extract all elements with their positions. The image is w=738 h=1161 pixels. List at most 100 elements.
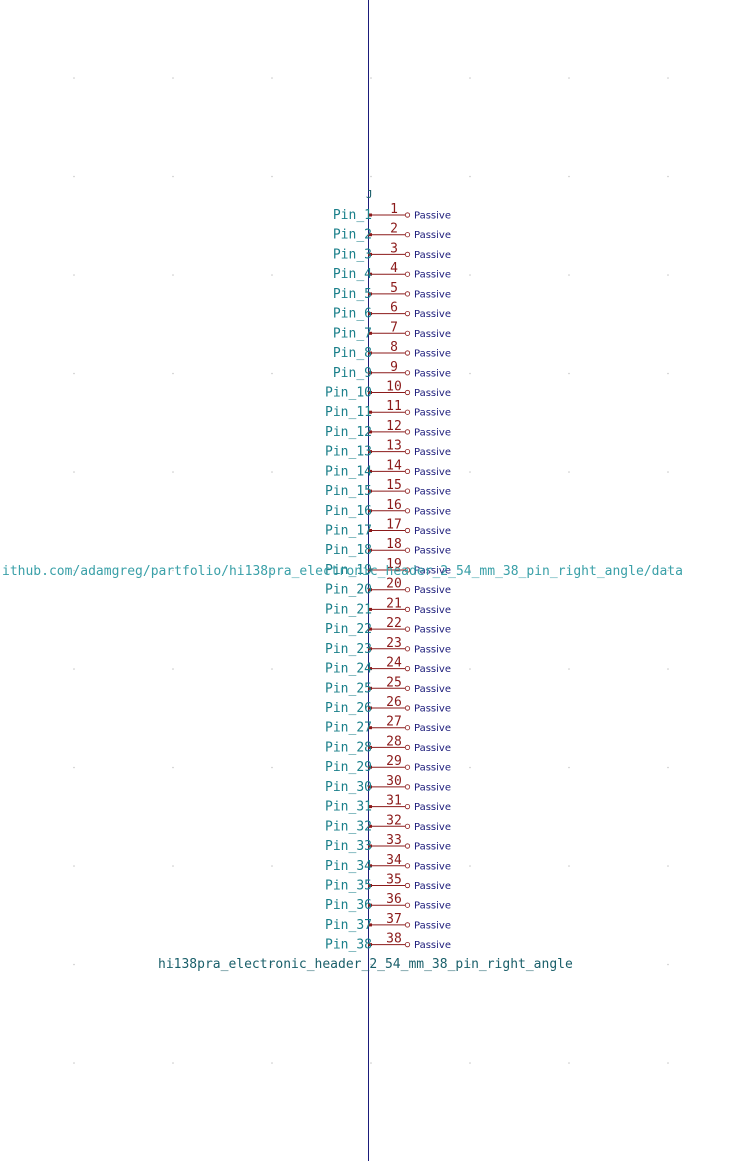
pin-end-circle <box>404 429 411 435</box>
pin-number: 6 <box>390 301 398 316</box>
grid-dot <box>469 274 471 276</box>
grid-dot <box>568 274 570 276</box>
pin-name: Pin_32 <box>325 819 372 834</box>
grid-dot <box>568 766 570 769</box>
pin-row: 3 Pin_3 Passive <box>333 241 451 262</box>
pin-end-circle <box>404 922 411 928</box>
grid-dot <box>271 668 273 670</box>
pin-row: 20Pin_20 Passive <box>325 577 451 598</box>
part-name-label: hi138pra_electronic_header_2_54_mm_38_pi… <box>158 957 573 972</box>
pin-type: Passive <box>414 250 451 261</box>
pin-row: 36 Pin_36 Passive <box>325 892 451 913</box>
pin-type: Passive <box>414 881 451 892</box>
pin-name: Pin_12 <box>325 425 372 440</box>
pin-number: 26 <box>386 695 402 710</box>
pin-type: Passive <box>414 447 451 458</box>
reference-designator: J <box>366 188 373 201</box>
pin-name: Pin_5 <box>333 287 372 302</box>
pin-number: 30 <box>386 774 402 789</box>
pin-end-circle <box>404 863 411 869</box>
pin-row: 28 Pin_28 Passive <box>325 734 451 755</box>
pin-number: 34 <box>386 853 402 868</box>
pin-name: Pin_33 <box>325 839 372 854</box>
pin-type: Passive <box>414 901 451 912</box>
pin-row: 22 Pin_22 Passive <box>325 616 451 637</box>
pin-row: 27 Pin_27 Passive <box>325 715 451 736</box>
pin-end-circle <box>404 705 411 711</box>
pin-number: 14 <box>386 458 402 473</box>
grid-dot <box>667 766 669 769</box>
grid-dot <box>568 372 570 375</box>
grid-dot <box>568 175 570 178</box>
pin-row: 11 Pin_11 Passive <box>325 399 451 420</box>
pin-name: Pin_4 <box>333 267 372 282</box>
pin-number: 17 <box>386 518 402 533</box>
pin-row: 16 Pin_16 Passive <box>325 498 451 519</box>
pin-end-circle <box>404 665 411 672</box>
grid-dot <box>73 175 75 178</box>
pin-type: Passive <box>414 289 451 300</box>
pin-number: 7 <box>390 320 398 335</box>
pin-row: 37 Pin_37 Passive <box>325 912 451 933</box>
pin-type: Passive <box>414 408 451 419</box>
pin-type: Passive <box>414 644 451 655</box>
pin-type: Passive <box>414 704 451 715</box>
pin-row: 35 Pin_35 Passive <box>325 873 451 894</box>
grid-dot <box>172 274 174 276</box>
grid-dot <box>172 668 174 670</box>
pin-name: Pin_6 <box>333 307 372 322</box>
pin-end-circle <box>404 606 411 613</box>
grid-dot <box>73 274 75 276</box>
pin-name: Pin_17 <box>325 524 372 539</box>
pin-end-circle <box>404 212 411 218</box>
pin-end-circle <box>404 941 411 948</box>
grid-dot <box>73 865 75 867</box>
pin-row: 1 Pin_1 Passive <box>333 202 451 223</box>
pin-type: Passive <box>414 388 451 399</box>
pin-type: Passive <box>414 822 451 833</box>
pin-name: Pin_35 <box>325 879 372 894</box>
pin-type: Passive <box>414 782 451 793</box>
pin-end-circle <box>404 547 411 553</box>
pin-type: Passive <box>414 329 451 340</box>
pin-number: 1 <box>390 202 398 217</box>
pin-type: Passive <box>414 723 451 734</box>
pin-name: Pin_15 <box>325 484 372 499</box>
pin-row: 26 Pin_26 Passive <box>325 695 451 716</box>
pin-number: 29 <box>386 754 402 769</box>
pin-type: Passive <box>414 763 451 774</box>
pin-end-circle <box>404 330 411 336</box>
pin-row: 10 Pin_10 Passive <box>325 380 451 401</box>
pin-name: Pin_2 <box>333 228 372 243</box>
grid-dot <box>73 77 75 79</box>
pin-end-circle <box>404 823 411 829</box>
grid-dot <box>172 77 174 79</box>
pin-name: Pin_18 <box>325 543 372 558</box>
grid-dot <box>271 274 273 276</box>
pin-type: Passive <box>414 349 451 360</box>
pin-row: 21 Pin_21 Passive <box>325 596 451 617</box>
pin-end-circle <box>404 764 411 770</box>
pin-type: Passive <box>414 211 451 222</box>
pin-type: Passive <box>414 506 451 517</box>
pin-end-circle <box>404 448 411 455</box>
pin-number: 25 <box>386 675 402 690</box>
pin-row: 32 Pin_32 Passive <box>325 813 451 834</box>
pin-name: Pin_36 <box>325 898 372 913</box>
pin-name: Pin_26 <box>325 701 372 716</box>
pin-name: Pin_28 <box>325 740 372 755</box>
grid-dot <box>172 175 174 178</box>
grid-dot <box>271 471 273 473</box>
pin-row: 24 Pin_24 Passive <box>325 656 451 677</box>
grid-dot <box>469 471 471 473</box>
pin-row: 5 Pin_5 Passive <box>333 281 451 302</box>
pin-row: 4 Pin_4 Passive <box>333 261 451 282</box>
pin-row: 14 Pin_14 Passive <box>325 458 451 479</box>
pin-number: 35 <box>386 873 402 888</box>
pin-end-circle <box>404 389 411 396</box>
pin-type: Passive <box>414 427 451 438</box>
grid-dot <box>667 175 669 178</box>
pin-end-circle <box>404 251 411 257</box>
pin-number: 23 <box>386 636 402 651</box>
pin-name: Pin_24 <box>325 662 372 677</box>
